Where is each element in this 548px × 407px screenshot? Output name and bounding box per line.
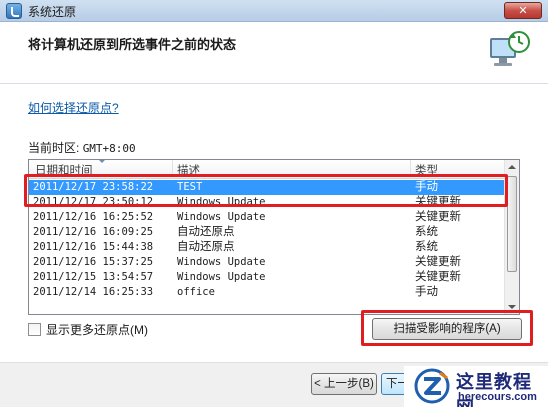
show-more-label: 显示更多还原点(M) <box>46 322 148 337</box>
scroll-thumb[interactable] <box>507 176 517 272</box>
row-description: 自动还原点 <box>177 241 235 253</box>
row-type: 手动 <box>415 181 438 193</box>
row-type: 系统 <box>415 226 438 238</box>
column-header-type[interactable]: 类型 <box>415 162 438 178</box>
row-description: 自动还原点 <box>177 226 235 238</box>
row-datetime: 2011/12/17 23:50:12 <box>33 196 154 208</box>
column-divider[interactable] <box>172 160 173 179</box>
table-row[interactable]: 2011/12/16 16:25:52 Windows Update 关键更新 <box>29 210 505 225</box>
table-row[interactable]: 2011/12/14 16:25:33 office 手动 <box>29 285 505 300</box>
row-type: 关键更新 <box>415 211 461 223</box>
close-button[interactable]: ✕ <box>504 2 542 19</box>
column-divider[interactable] <box>410 160 411 179</box>
row-type: 关键更新 <box>415 256 461 268</box>
row-datetime: 2011/12/16 16:25:52 <box>33 211 154 223</box>
row-type: 关键更新 <box>415 196 461 208</box>
row-datetime: 2011/12/17 23:58:22 <box>33 181 154 193</box>
page-title: 将计算机还原到所选事件之前的状态 <box>28 37 237 52</box>
column-header-datetime[interactable]: 日期和时间 <box>35 162 93 178</box>
back-button[interactable]: < 上一步(B) <box>311 373 377 395</box>
column-header-description[interactable]: 描述 <box>177 162 200 178</box>
z-logo-icon <box>414 368 450 404</box>
table-row[interactable]: 2011/12/17 23:50:12 Windows Update 关键更新 <box>29 195 505 210</box>
title-bar: 系统还原 ✕ <box>0 0 548 22</box>
list-header: 日期和时间 描述 类型 <box>29 160 505 179</box>
show-more-checkbox[interactable] <box>28 322 41 336</box>
row-description: Windows Update <box>177 256 266 268</box>
row-datetime: 2011/12/14 16:25:33 <box>33 286 154 298</box>
row-datetime: 2011/12/16 15:44:38 <box>33 241 154 253</box>
vertical-scrollbar[interactable] <box>504 160 519 314</box>
watermark-url: herecours.com <box>458 391 537 403</box>
row-description: Windows Update <box>177 271 266 283</box>
row-type: 系统 <box>415 241 438 253</box>
list-rows: 2011/12/17 23:58:22 TEST 手动 2011/12/17 23:5… <box>29 180 505 300</box>
row-datetime: 2011/12/16 16:09:25 <box>33 226 154 238</box>
sort-arrow-icon <box>99 160 105 163</box>
table-row[interactable]: 2011/12/16 16:09:25 自动还原点 系统 <box>29 225 505 240</box>
timezone-label: 当前时区: GMT+8:00 <box>28 139 136 156</box>
restore-points-list[interactable]: 日期和时间 描述 类型 2011/12/17 23:58:22 TEST 手动 201… <box>28 159 520 315</box>
table-row[interactable]: 2011/12/16 15:44:38 自动还原点 系统 <box>29 240 505 255</box>
help-link[interactable]: 如何选择还原点? <box>28 99 119 116</box>
row-datetime: 2011/12/16 15:37:25 <box>33 256 154 268</box>
table-row[interactable]: 2011/12/15 13:54:57 Windows Update 关键更新 <box>29 270 505 285</box>
table-row[interactable]: 2011/12/16 15:37:25 Windows Update 关键更新 <box>29 255 505 270</box>
system-restore-icon <box>6 3 22 19</box>
table-row[interactable]: 2011/12/17 23:58:22 TEST 手动 <box>29 180 505 195</box>
site-watermark: 这里教程网 herecours.com <box>404 366 548 407</box>
scroll-up-icon[interactable] <box>508 165 516 169</box>
row-description: office <box>177 286 215 298</box>
timezone-caption: 当前时区: <box>28 141 80 155</box>
row-type: 关键更新 <box>415 271 461 283</box>
row-type: 手动 <box>415 286 438 298</box>
scroll-down-icon[interactable] <box>508 305 516 309</box>
row-description: TEST <box>177 181 203 193</box>
timezone-value: GMT+8:00 <box>82 142 136 155</box>
row-description: Windows Update <box>177 211 266 223</box>
row-description: Windows Update <box>177 196 266 208</box>
computer-restore-icon <box>490 31 530 66</box>
scan-affected-programs-button[interactable]: 扫描受影响的程序(A) <box>372 318 522 340</box>
show-more-option[interactable]: 显示更多还原点(M) <box>28 321 148 337</box>
window-title: 系统还原 <box>28 5 77 19</box>
row-datetime: 2011/12/15 13:54:57 <box>33 271 154 283</box>
wizard-header: 将计算机还原到所选事件之前的状态 <box>0 22 548 84</box>
